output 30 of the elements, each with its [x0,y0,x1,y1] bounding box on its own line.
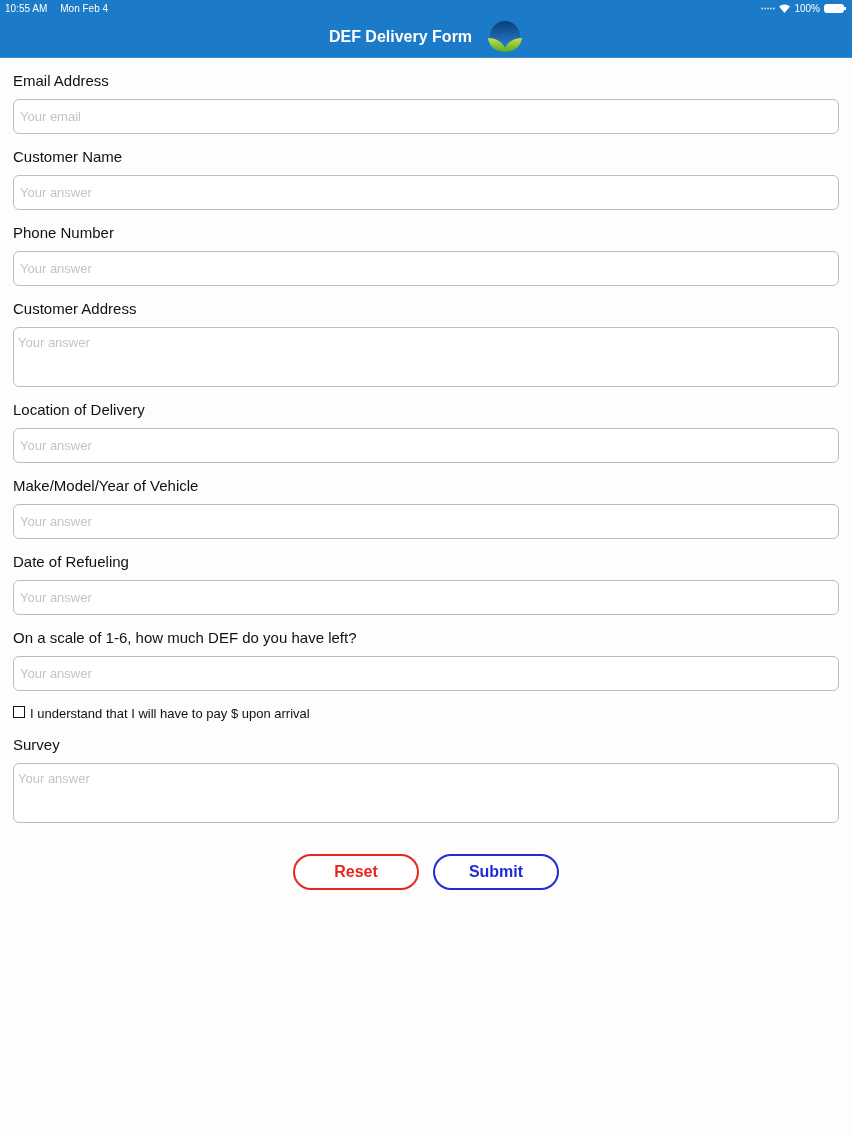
field-label: Customer Name [13,147,124,167]
form-button[interactable]: Submit [433,854,559,890]
input-field[interactable]: Your email [13,99,839,134]
field-label: Email Address [13,71,110,91]
field-label: Date of Refueling [13,552,130,572]
status-time: 10:55 AM [5,3,48,14]
wifi-icon [779,4,791,13]
checkbox-label: I understand that I will have to pay $ upon arrival [30,705,310,721]
status-date: Mon Feb 4 [60,3,109,14]
battery-percent: 100% [794,3,820,14]
field-label: Customer Address [13,299,138,319]
checkbox[interactable] [13,705,25,718]
field-label: Location of Delivery [13,400,146,420]
input-field[interactable]: Your answer [13,428,839,463]
form-button[interactable]: Reset [293,854,419,890]
field-label: Make/Model/Year of Vehicle [13,476,200,496]
signal-dots-icon [761,7,776,10]
field-label: Phone Number [13,223,115,243]
leaf-logo-icon [487,21,524,53]
input-field[interactable]: Your answer [13,580,839,615]
battery-icon [824,4,846,13]
input-field[interactable]: Your answer [13,504,839,539]
text-area-field[interactable]: Your answer [13,327,839,387]
input-field[interactable]: Your answer [13,175,839,210]
text-area-field[interactable]: Your answer [13,763,839,823]
field-label: Survey [13,735,61,755]
input-field[interactable]: Your answer [13,656,839,691]
input-field[interactable]: Your answer [13,251,839,286]
field-label: On a scale of 1-6, how much DEF do you have left? [13,628,358,648]
nav-title: DEF Delivery Form [328,28,473,46]
